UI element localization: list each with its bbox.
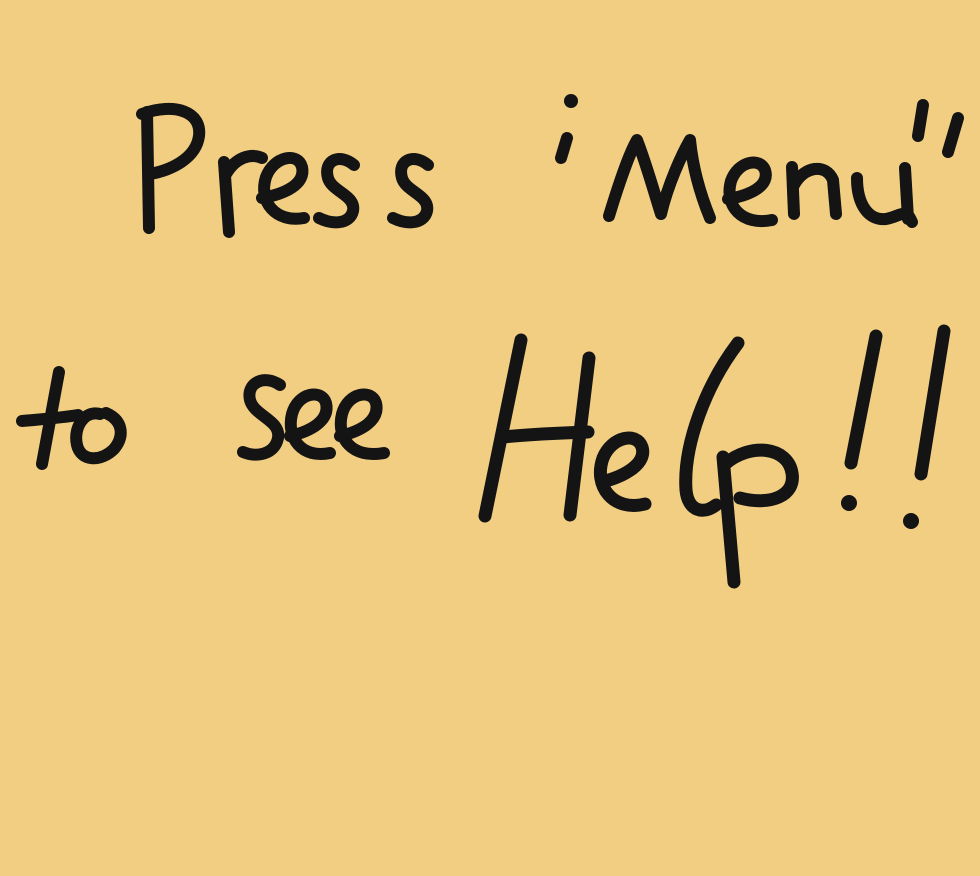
help-strokes (478, 324, 951, 589)
handwriting-drawing (16, 94, 964, 589)
line-1-strokes (136, 94, 964, 238)
line-2-strokes (16, 366, 390, 470)
handwritten-note-canvas: Press “Menu” to see Help!! (0, 0, 980, 876)
